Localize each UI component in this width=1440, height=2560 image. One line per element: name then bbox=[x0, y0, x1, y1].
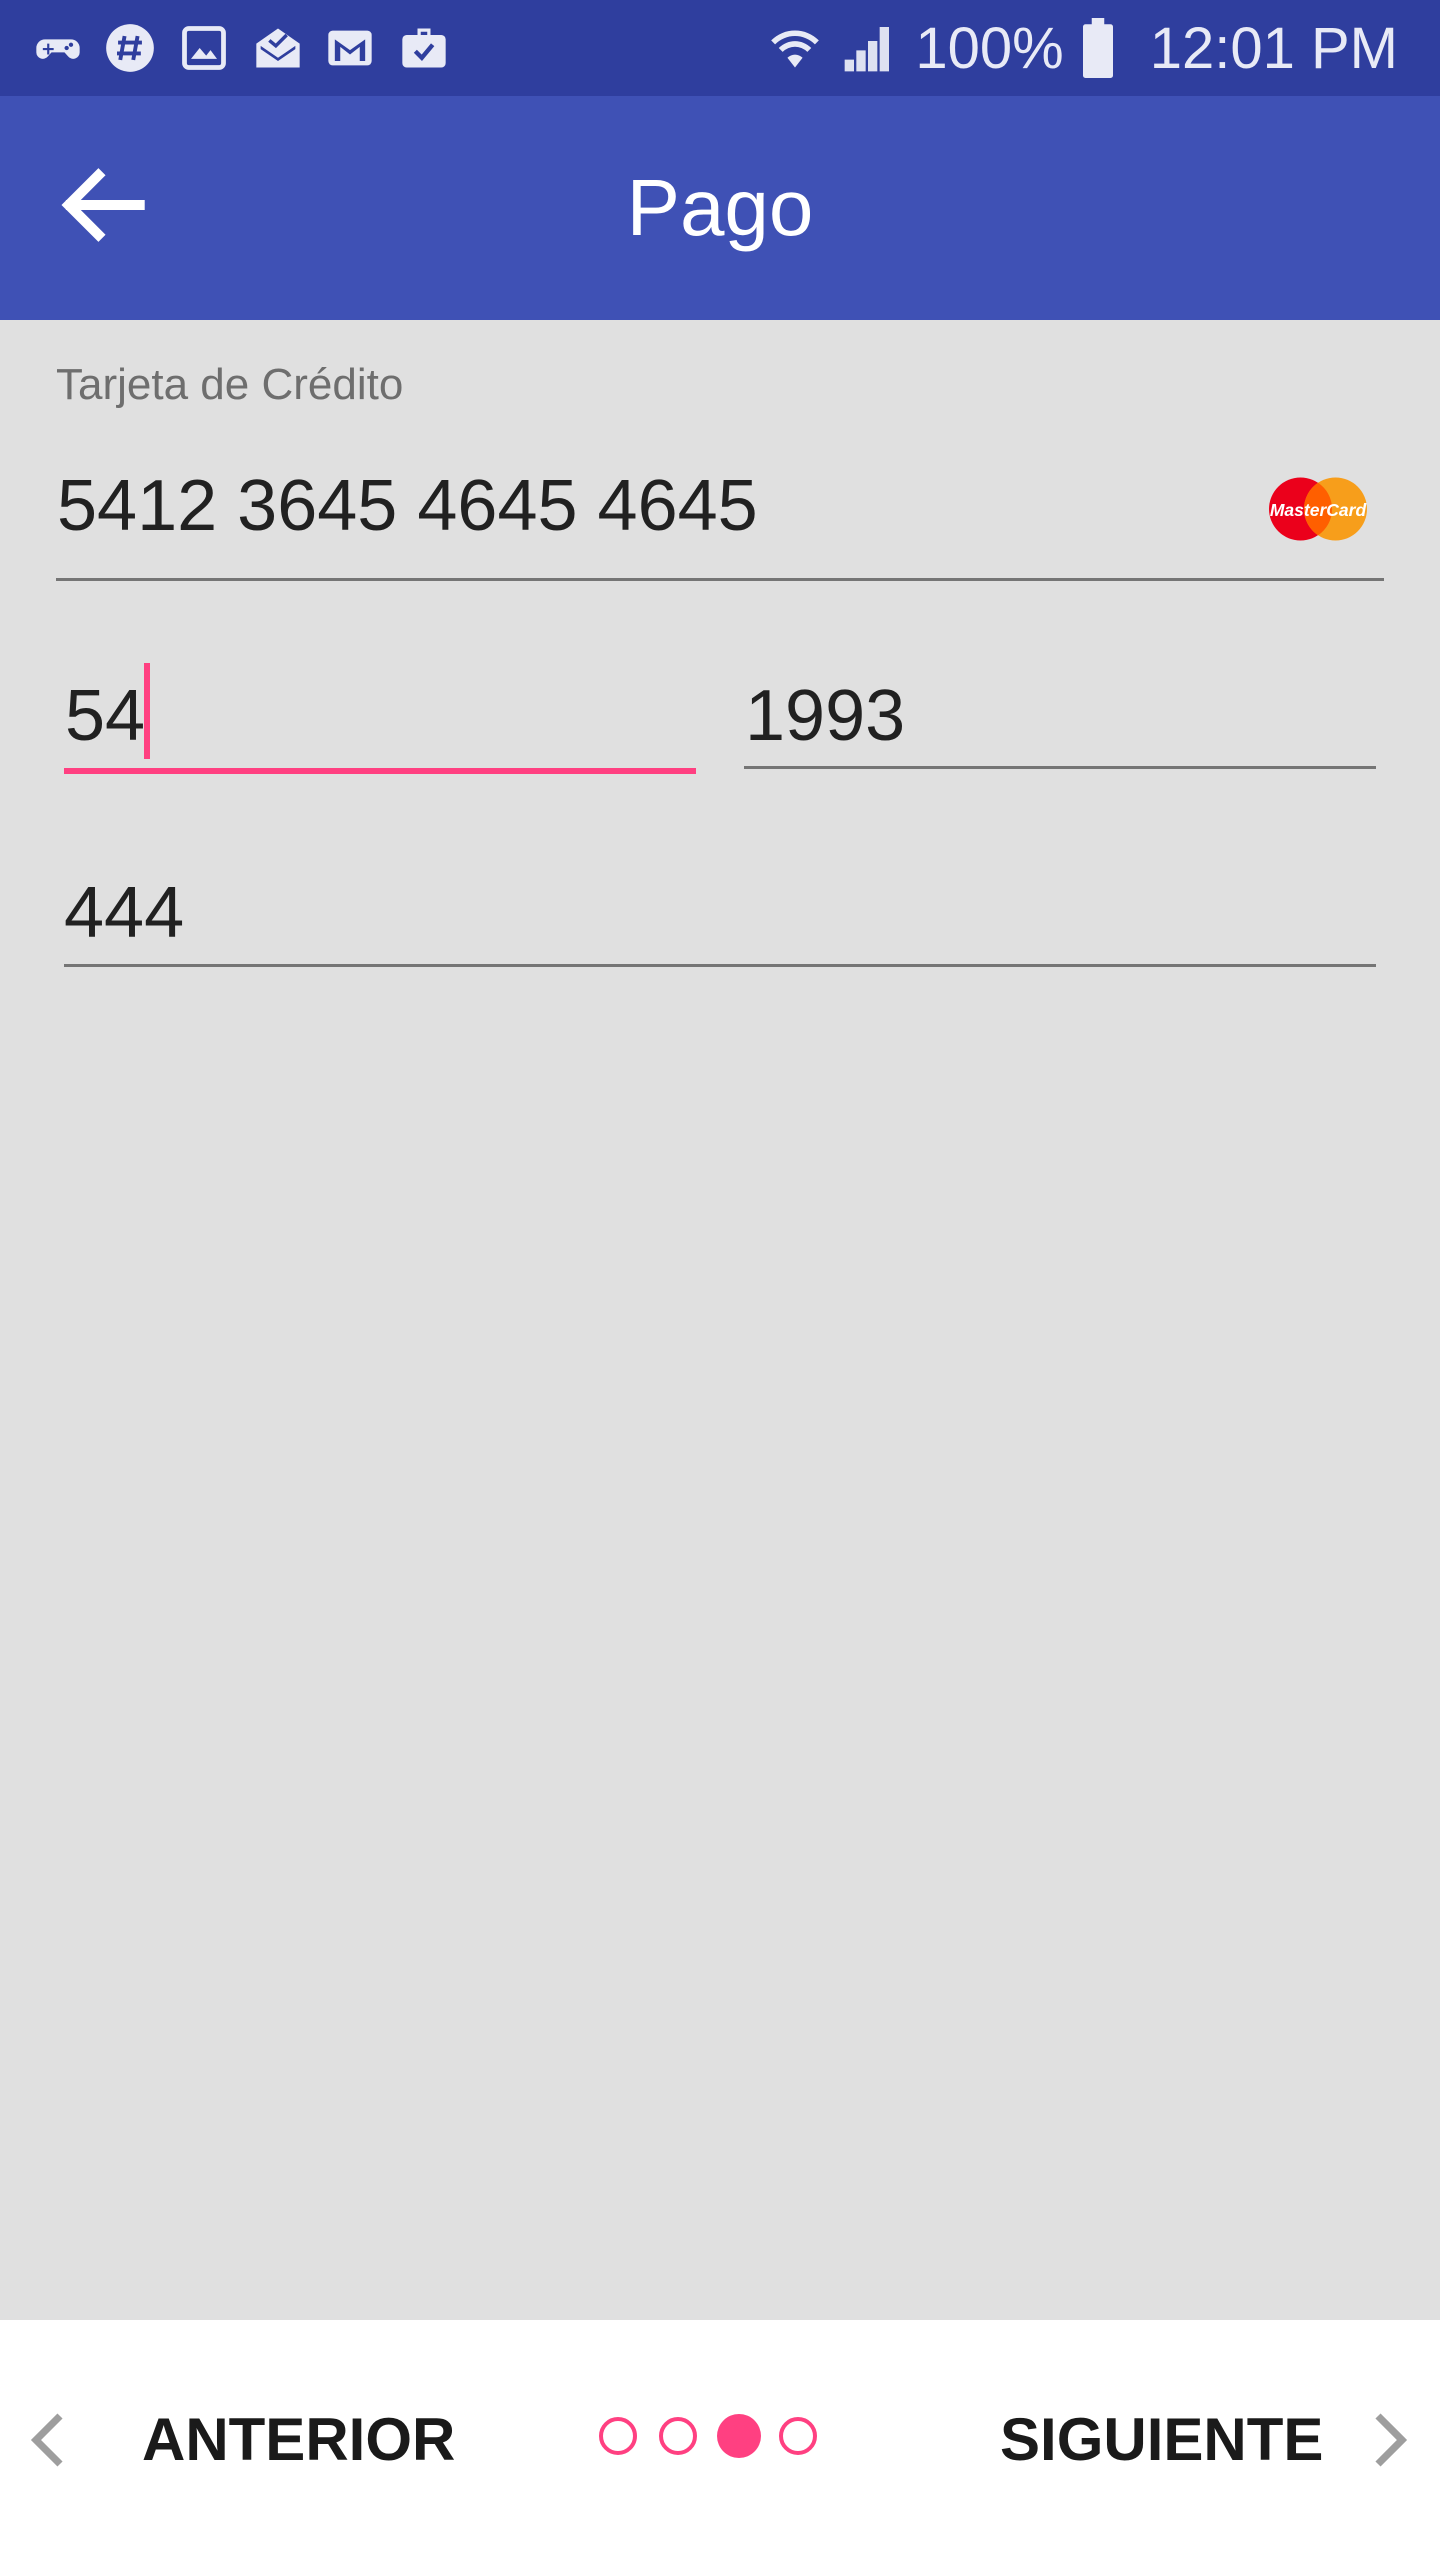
cvv-input[interactable]: 444 bbox=[64, 872, 184, 954]
gmail-icon bbox=[328, 30, 372, 66]
signal-icon bbox=[845, 27, 890, 72]
cvv-underline bbox=[64, 964, 1376, 967]
wifi-icon bbox=[771, 30, 820, 68]
battery-icon bbox=[1082, 18, 1113, 78]
previous-button[interactable]: ANTERIOR bbox=[142, 2405, 455, 2474]
chevron-right-icon[interactable] bbox=[1366, 2410, 1414, 2470]
card-number-underline bbox=[56, 578, 1384, 581]
gallery-icon bbox=[182, 26, 226, 70]
briefcase-check-icon bbox=[402, 28, 446, 68]
status-bar: 100% 12:01 PM bbox=[0, 0, 1440, 96]
card-number-label: Tarjeta de Crédito bbox=[56, 360, 404, 409]
slack-icon bbox=[106, 24, 154, 72]
expiry-year-input[interactable]: 1993 bbox=[745, 675, 905, 757]
step-indicator-4 bbox=[779, 2417, 817, 2455]
clock: 12:01 PM bbox=[1149, 15, 1398, 81]
mastercard-wordmark: MasterCard bbox=[1270, 500, 1367, 520]
back-button[interactable] bbox=[48, 150, 158, 260]
text-cursor bbox=[144, 663, 150, 759]
battery-percentage: 100% bbox=[915, 15, 1064, 81]
step-indicator-1 bbox=[599, 2417, 637, 2455]
expiry-month-underline bbox=[64, 768, 696, 774]
step-indicator-2 bbox=[659, 2417, 697, 2455]
mastercard-icon: MasterCard bbox=[1269, 477, 1367, 541]
expiry-month-input[interactable]: 54 bbox=[65, 675, 145, 757]
page-title: Pago bbox=[626, 163, 814, 252]
next-button[interactable]: SIGUIENTE bbox=[1000, 2405, 1323, 2474]
expiry-year-underline bbox=[744, 766, 1376, 769]
status-right: 100% 12:01 PM bbox=[769, 0, 1398, 96]
arrow-back-icon bbox=[61, 168, 145, 242]
mail-open-icon bbox=[256, 28, 300, 68]
step-indicator-3-active bbox=[717, 2414, 761, 2458]
chevron-left-icon[interactable] bbox=[24, 2410, 72, 2470]
game-controller-icon bbox=[36, 39, 80, 59]
card-number-input[interactable]: 5412 3645 4645 4645 bbox=[57, 465, 758, 547]
